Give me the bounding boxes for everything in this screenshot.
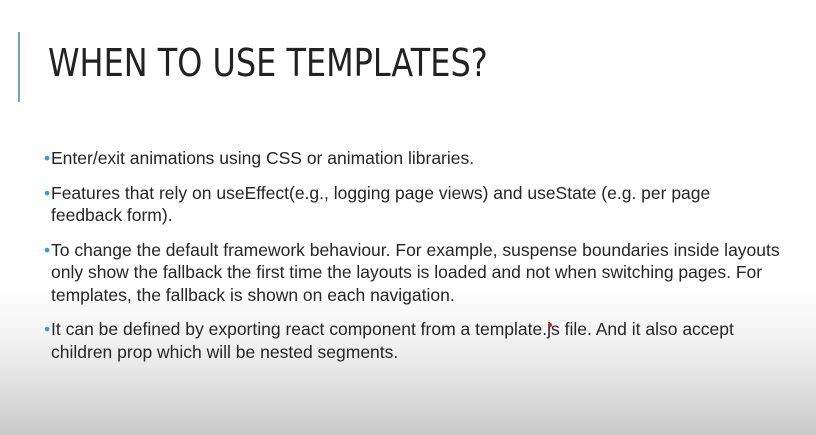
bullet-point-icon: • <box>44 319 51 339</box>
bullet-item: • To change the default framework behavi… <box>44 239 784 307</box>
bullet-text: To change the default framework behaviou… <box>51 239 780 305</box>
bullet-item: • It can be defined by exporting react c… <box>44 318 784 363</box>
bullet-item: • Features that rely on useEffect(e.g., … <box>44 182 784 227</box>
laser-pointer-dot <box>548 323 552 327</box>
presentation-slide: WHEN TO USE TEMPLATES? • Enter/exit anim… <box>0 0 816 435</box>
bullet-item: • Enter/exit animations using CSS or ani… <box>44 147 784 170</box>
bullet-point-icon: • <box>44 239 51 260</box>
bullet-text: It can be defined by exporting react com… <box>51 319 734 362</box>
title-accent-bar <box>18 32 20 102</box>
bullet-list: • Enter/exit animations using CSS or ani… <box>44 147 784 374</box>
slide-title: WHEN TO USE TEMPLATES? <box>48 41 488 85</box>
bullet-point-icon: • <box>44 148 51 168</box>
bullet-point-icon: • <box>44 182 51 203</box>
bullet-text: Enter/exit animations using CSS or anima… <box>51 148 475 168</box>
bullet-text: Features that rely on useEffect(e.g., lo… <box>51 182 711 226</box>
